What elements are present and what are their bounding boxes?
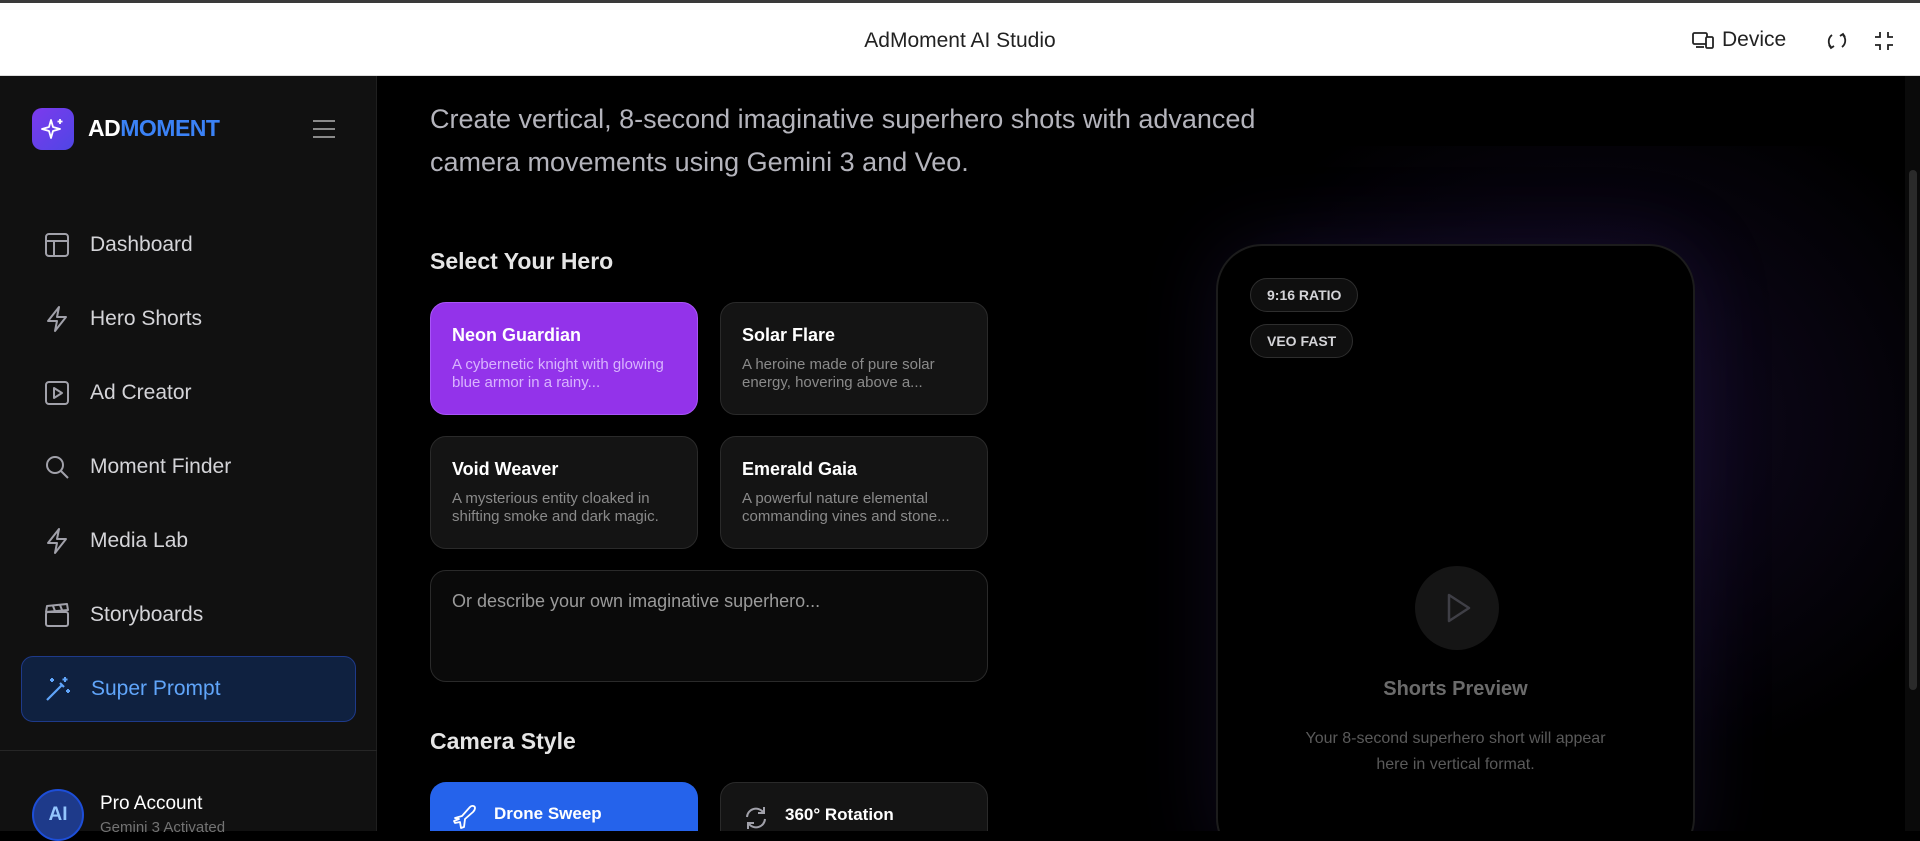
sidebar-item-ad-creator[interactable]: Ad Creator (21, 360, 356, 426)
sidebar-item-super-prompt[interactable]: Super Prompt (21, 656, 356, 722)
sidebar-item-dashboard[interactable]: Dashboard (21, 212, 356, 278)
bolt-icon (42, 304, 72, 334)
sidebar-item-label: Super Prompt (91, 677, 221, 700)
custom-hero-textarea[interactable]: Or describe your own imaginative superhe… (430, 570, 988, 682)
ratio-badge: 9:16 RATIO (1250, 278, 1359, 312)
sidebar-item-moment-finder[interactable]: Moment Finder (21, 434, 356, 500)
hero-section-title: Select Your Hero (430, 248, 614, 274)
account-status: Gemini 3 Activated (100, 819, 226, 836)
app-title: AdMoment AI Studio (864, 29, 1056, 52)
hero-description: A heroine made of pure solar energy, hov… (742, 356, 935, 391)
hero-name: Neon Guardian (452, 325, 582, 345)
hero-card-neon-guardian[interactable]: Neon Guardian A cybernetic knight with g… (430, 302, 698, 415)
sidebar-item-label: Dashboard (90, 233, 193, 256)
app-titlebar: AdMoment AI Studio Device (0, 0, 1920, 76)
hero-name: Void Weaver (452, 459, 559, 479)
preview-title: Shorts Preview (1383, 678, 1528, 700)
camera-style-label: 360° Rotation (785, 805, 894, 824)
bolt-icon (42, 526, 72, 556)
model-badge: VEO FAST (1250, 324, 1354, 358)
hero-card-solar-flare[interactable]: Solar Flare A heroine made of pure solar… (720, 302, 988, 415)
preview-description: Your 8-second superhero short will appea… (1305, 730, 1606, 773)
sidebar-item-label: Ad Creator (90, 381, 192, 404)
hero-name: Emerald Gaia (742, 459, 858, 479)
shorts-preview-phone: 9:16 RATIO VEO FAST Shorts Preview Your … (1216, 244, 1695, 831)
sidebar-item-media-lab[interactable]: Media Lab (21, 508, 356, 574)
play-button[interactable] (1415, 566, 1499, 650)
clapperboard-icon (42, 600, 72, 630)
menu-icon[interactable] (312, 118, 336, 140)
camera-style-drone-sweep[interactable]: Drone Sweep (430, 782, 698, 831)
magic-wand-icon (43, 674, 73, 704)
sparkles-icon (41, 119, 63, 139)
account-name: Pro Account (100, 793, 203, 814)
device-button[interactable]: Device (1692, 28, 1786, 52)
sidebar-divider (0, 750, 377, 751)
logo-wordmark: ADMOMENT (88, 115, 220, 142)
avatar: AI (32, 789, 84, 841)
main-content: Create vertical, 8-second imaginative su… (378, 76, 1920, 831)
rotate-device-icon[interactable] (1826, 30, 1848, 52)
hero-description: A mysterious entity cloaked in shifting … (452, 490, 659, 525)
exit-fullscreen-icon[interactable] (1873, 30, 1895, 52)
camera-style-360-rotation[interactable]: 360° Rotation (720, 782, 988, 831)
sidebar-item-storyboards[interactable]: Storyboards (21, 582, 356, 648)
page-intro: Create vertical, 8-second imaginative su… (430, 104, 1256, 177)
account-menu[interactable]: AI Pro Account Gemini 3 Activated (32, 789, 225, 841)
sidebar-nav: Dashboard Hero Shorts Ad Creator Moment … (21, 212, 356, 730)
hero-card-void-weaver[interactable]: Void Weaver A mysterious entity cloaked … (430, 436, 698, 549)
rotate-icon (746, 807, 766, 829)
sidebar-item-label: Media Lab (90, 529, 189, 552)
hero-name: Solar Flare (742, 325, 836, 345)
hero-description: A cybernetic knight with glowing blue ar… (452, 356, 664, 391)
sidebar: ADMOMENT Dashboard Hero Shorts Ad Creato… (0, 76, 377, 841)
search-icon (42, 452, 72, 482)
device-icon (1692, 32, 1714, 49)
device-label: Device (1722, 28, 1787, 51)
logo-text-moment: MOMENT (120, 115, 220, 141)
logo-text-ad: AD (88, 115, 121, 141)
layout-icon (42, 230, 72, 260)
sidebar-item-hero-shorts[interactable]: Hero Shorts (21, 286, 356, 352)
hero-card-emerald-gaia[interactable]: Emerald Gaia A powerful nature elemental… (720, 436, 988, 549)
play-icon (1447, 593, 1471, 623)
camera-style-label: Drone Sweep (494, 804, 602, 823)
hero-description: A powerful nature elemental commanding v… (742, 490, 950, 525)
sidebar-item-label: Moment Finder (90, 455, 232, 478)
plane-icon (453, 805, 476, 829)
sidebar-item-label: Hero Shorts (90, 307, 203, 330)
sidebar-item-label: Storyboards (90, 603, 204, 626)
logo-mark (32, 108, 74, 150)
play-square-icon (42, 378, 72, 408)
scrollbar-thumb[interactable] (1909, 170, 1917, 690)
camera-section-title: Camera Style (430, 728, 576, 754)
